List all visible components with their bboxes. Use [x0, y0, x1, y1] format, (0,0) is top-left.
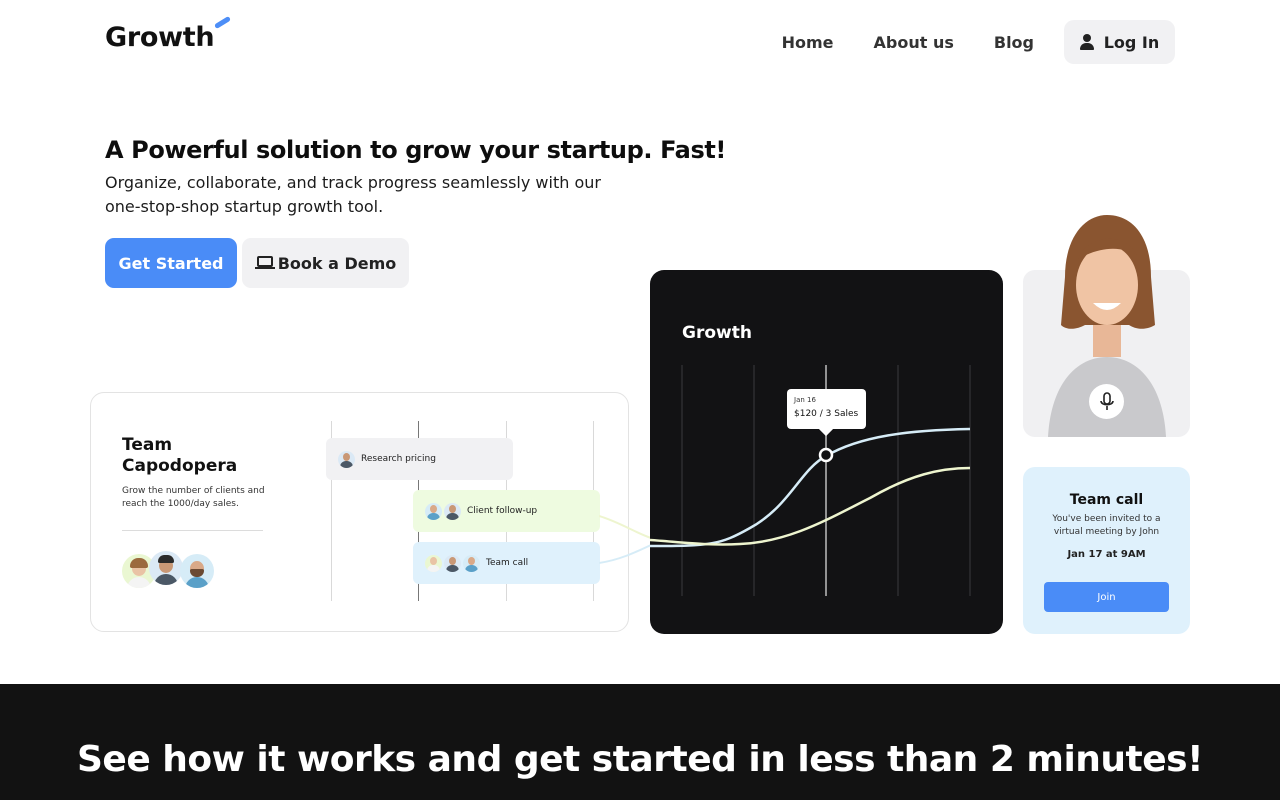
avatar	[425, 502, 442, 520]
task-label: Research pricing	[361, 454, 436, 464]
join-button[interactable]: Join	[1044, 582, 1169, 612]
avatar	[444, 502, 461, 520]
logo[interactable]: Growth	[105, 22, 215, 53]
team-avatars	[122, 551, 222, 588]
avatar	[444, 554, 461, 572]
team-call-card: Team call You've been invited to a virtu…	[1023, 467, 1190, 634]
book-demo-button[interactable]: Book a Demo	[242, 238, 409, 288]
team-description: Grow the number of clients and reach the…	[122, 486, 265, 509]
laptop-icon	[254, 256, 275, 270]
team-card: Team Capodopera Grow the number of clien…	[90, 392, 629, 632]
main-nav: Home About us Blog Log In	[782, 20, 1175, 64]
get-started-button[interactable]: Get Started	[105, 238, 237, 288]
nav-blog-link[interactable]: Blog	[994, 33, 1034, 52]
team-title: Team Capodopera	[122, 435, 238, 476]
avatar	[149, 551, 183, 585]
nav-home-link[interactable]: Home	[782, 33, 834, 52]
login-button[interactable]: Log In	[1064, 20, 1175, 64]
section-title: See how it works and get started in less…	[76, 739, 1204, 780]
task-label: Client follow-up	[467, 506, 538, 516]
growth-chart	[650, 365, 971, 596]
task-client-follow-up[interactable]: Client follow-up	[413, 490, 600, 532]
user-icon	[1079, 34, 1094, 50]
growth-chart-card: Growth Jan 16 $120 / 3 Sales	[650, 270, 1003, 634]
task-research-pricing[interactable]: Research pricing	[326, 438, 513, 480]
task-team-call[interactable]: Team call	[413, 542, 600, 584]
call-time: Jan 17 at 9AM	[1067, 549, 1146, 560]
avatar	[180, 554, 214, 588]
avatar	[338, 450, 355, 468]
task-label: Team call	[486, 558, 529, 568]
hero-title: A Powerful solution to grow your startup…	[105, 136, 726, 164]
tooltip-value: $120 / 3 Sales	[794, 409, 859, 419]
hero-subtitle: Organize, collaborate, and track progres…	[105, 173, 601, 216]
microphone-icon	[1099, 391, 1114, 410]
logo-accent-mark	[213, 15, 232, 30]
chart-highlight-point	[818, 447, 834, 463]
chart-tooltip: Jan 16 $120 / 3 Sales	[787, 389, 866, 429]
nav-about-link[interactable]: About us	[874, 33, 954, 52]
microphone-button[interactable]	[1089, 384, 1124, 419]
avatar	[425, 554, 442, 572]
divider	[122, 530, 263, 531]
login-label: Log In	[1103, 32, 1160, 52]
avatar	[463, 554, 480, 572]
how-it-works-section: See how it works and get started in less…	[0, 684, 1280, 800]
book-demo-label: Book a Demo	[277, 253, 397, 273]
sales-line-series	[650, 466, 971, 546]
call-title: Team call	[1069, 492, 1144, 508]
tooltip-date: Jan 16	[794, 396, 816, 404]
call-description: You've been invited to a virtual meeting…	[1052, 514, 1161, 537]
